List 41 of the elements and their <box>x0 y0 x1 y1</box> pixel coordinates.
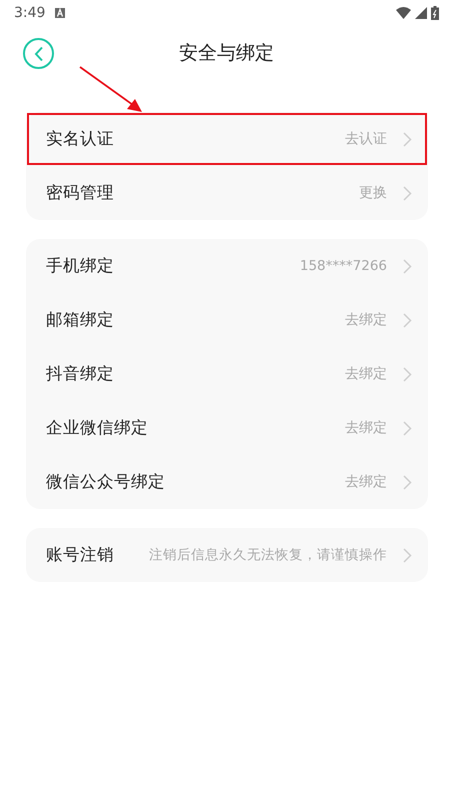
chevron-right-icon <box>403 366 412 382</box>
battery-icon <box>431 6 439 20</box>
status-time: 3:49 <box>14 5 46 21</box>
settings-row[interactable]: 手机绑定 158****7266 <box>26 239 428 293</box>
row-value: 注销后信息永久无法恢复，请谨慎操作 <box>149 546 387 564</box>
row-label: 微信公众号绑定 <box>46 471 165 493</box>
chevron-right-icon <box>403 474 412 490</box>
row-value: 去绑定 <box>345 365 387 383</box>
chevron-right-icon <box>403 132 412 146</box>
chevron-right-icon <box>403 420 412 436</box>
highlighted-settings-row[interactable]: 实名认证 去认证 <box>26 112 428 166</box>
back-button[interactable] <box>23 38 54 69</box>
chevron-right-icon <box>403 312 412 328</box>
settings-row[interactable]: 抖音绑定 去绑定 <box>26 347 428 401</box>
chevron-right-icon <box>403 548 412 562</box>
row-label: 手机绑定 <box>46 255 114 277</box>
settings-row[interactable]: 账号注销 注销后信息永久无法恢复，请谨慎操作 <box>26 528 428 582</box>
annotation-arrow <box>79 66 145 114</box>
chevron-right-icon <box>403 186 412 200</box>
row-label: 邮箱绑定 <box>46 309 114 331</box>
signal-icon <box>415 7 427 19</box>
chevron-right-icon <box>403 258 412 274</box>
wifi-icon <box>396 7 411 19</box>
chevron-left-icon <box>34 46 44 62</box>
settings-row[interactable]: 企业微信绑定 去绑定 <box>26 401 428 455</box>
row-value: 更换 <box>359 184 387 202</box>
page-title: 安全与绑定 <box>179 41 274 66</box>
row-value: 去认证 <box>345 130 387 148</box>
row-label: 实名认证 <box>46 128 114 150</box>
row-value: 去绑定 <box>345 419 387 437</box>
row-label: 密码管理 <box>46 182 114 204</box>
notification-icon <box>55 8 66 18</box>
row-value: 去绑定 <box>345 473 387 491</box>
row-label: 企业微信绑定 <box>46 417 148 439</box>
row-value: 158****7266 <box>300 258 387 274</box>
settings-row[interactable]: 微信公众号绑定 去绑定 <box>26 455 428 509</box>
row-value: 去绑定 <box>345 311 387 329</box>
row-label: 账号注销 <box>46 544 114 566</box>
settings-row[interactable]: 密码管理 更换 <box>26 166 428 220</box>
settings-row[interactable]: 邮箱绑定 去绑定 <box>26 293 428 347</box>
row-label: 抖音绑定 <box>46 363 114 385</box>
